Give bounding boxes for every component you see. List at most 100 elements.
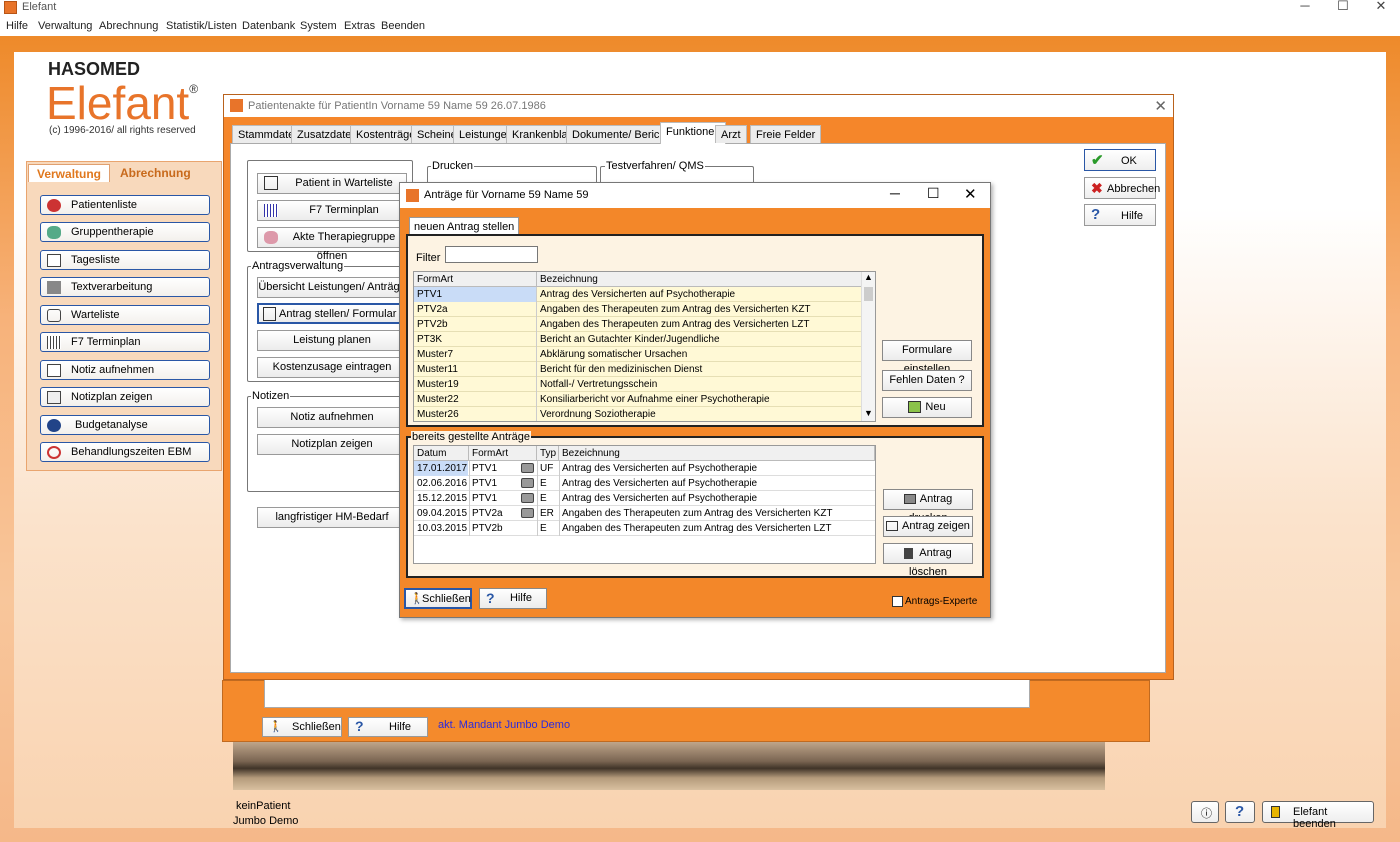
tab-verwaltung[interactable]: Verwaltung: [28, 164, 111, 182]
info-button[interactable]: ⓘ: [1191, 801, 1219, 823]
maximize-icon[interactable]: ☐: [927, 185, 940, 202]
leistung-planen-button[interactable]: Leistung planen: [257, 330, 407, 351]
minimize-icon[interactable]: ─: [1294, 0, 1316, 14]
nav-terminplan[interactable]: F7 Terminplan: [40, 332, 210, 352]
tab-arzt[interactable]: Arzt: [715, 125, 747, 143]
list-item[interactable]: Muster22 Konsiliarbericht vor Aufnahme ei…: [414, 392, 861, 407]
tab-abrechnung[interactable]: Abrechnung: [112, 164, 199, 182]
datum-cell: 02.06.2016: [417, 478, 468, 489]
neu-button[interactable]: Neu: [882, 397, 972, 418]
column-divider: [559, 461, 560, 476]
menu-beenden[interactable]: Beenden: [381, 20, 425, 32]
antraege-table[interactable]: Datum FormArt Typ Bezeichnung 17.01.2017…: [413, 445, 876, 564]
note-icon: [47, 364, 61, 377]
hm-bedarf-button[interactable]: langfristiger HM-Bedarf: [257, 507, 407, 528]
column-formart[interactable]: FormArt: [414, 272, 537, 287]
menu-datenbank[interactable]: Datenbank: [242, 20, 295, 32]
formular-list[interactable]: FormArt Bezeichnung PTV1 Antrag des Versi…: [413, 271, 876, 422]
abbrechen-button[interactable]: ✖ Abbrechen: [1084, 177, 1160, 199]
nav-label: Gruppentherapie: [71, 226, 154, 238]
menu-verwaltung[interactable]: Verwaltung: [38, 20, 92, 32]
scroll-thumb[interactable]: [864, 287, 873, 301]
notizplan-zeigen-button[interactable]: Notizplan zeigen: [257, 434, 407, 455]
nav-notizplan[interactable]: Notizplan zeigen: [40, 387, 210, 407]
mandant-label: akt. Mandant Jumbo Demo: [438, 719, 571, 731]
table-row[interactable]: 02.06.2016 PTV1 E Antrag des Versicherten a…: [414, 476, 875, 491]
nav-budgetanalyse[interactable]: Budgetanalyse: [40, 415, 210, 435]
elefant-beenden-button[interactable]: Elefant beenden: [1262, 801, 1374, 830]
title-bar: Elefant ─ ☐ ✕: [0, 0, 1400, 16]
menu-statistik[interactable]: Statistik/Listen: [166, 20, 237, 32]
nav-textverarbeitung[interactable]: Textverarbeitung: [40, 277, 210, 297]
table-row[interactable]: 10.03.2015 PTV2b E Angaben des Therapeuten …: [414, 521, 875, 536]
column-bezeichnung[interactable]: Bezeichnung: [559, 446, 875, 461]
column-datum[interactable]: Datum: [414, 446, 469, 461]
uebersicht-button[interactable]: Übersicht Leistungen/ Anträge: [257, 277, 407, 298]
formulare-einstellen-button[interactable]: Formulare einstellen: [882, 340, 972, 375]
antrag-loeschen-button[interactable]: Antrag löschen: [883, 543, 973, 578]
dialog-hilfe-button[interactable]: ? Hilfe: [479, 588, 547, 609]
nav-patientenliste[interactable]: Patientenliste: [40, 195, 210, 215]
column-bezeichnung[interactable]: Bezeichnung: [537, 272, 862, 287]
menu-hilfe[interactable]: Hilfe: [6, 20, 28, 32]
bg-schliessen-button[interactable]: 🚶 Schließen: [262, 717, 342, 737]
typ-cell: E: [540, 523, 547, 534]
close-icon[interactable]: ✕: [1154, 97, 1167, 115]
menu-system[interactable]: System: [300, 20, 337, 32]
close-icon[interactable]: ✕: [1370, 0, 1392, 14]
filter-input[interactable]: [445, 246, 538, 263]
scroll-down-icon[interactable]: ▼: [864, 408, 873, 418]
antrags-experte-checkbox[interactable]: [892, 596, 903, 607]
antrag-stellen-button[interactable]: Antrag stellen/ Formular nutzen: [257, 303, 407, 324]
menu-extras[interactable]: Extras: [344, 20, 375, 32]
nav-tagesliste[interactable]: Tagesliste: [40, 250, 210, 270]
bezeichnung-cell: Angaben des Therapeuten zum Antrag des V…: [562, 523, 832, 534]
column-formart[interactable]: FormArt: [469, 446, 537, 461]
list-item[interactable]: Muster7 Abklärung somatischer Ursachen: [414, 347, 861, 362]
bg-hilfe-button[interactable]: ? Hilfe: [348, 717, 428, 737]
list-item[interactable]: Muster11 Bericht für den medizinischen Di…: [414, 362, 861, 377]
fehlen-daten-button[interactable]: Fehlen Daten ?: [882, 370, 972, 391]
printer-icon: [521, 508, 534, 518]
datum-cell: 15.12.2015: [417, 493, 468, 504]
list-item[interactable]: Muster26 Verordnung Soziotherapie: [414, 407, 861, 421]
notiz-aufnehmen-button[interactable]: Notiz aufnehmen: [257, 407, 407, 428]
list-item[interactable]: PTV2b Angaben des Therapeuten zum Antrag …: [414, 317, 861, 332]
antrag-zeigen-button[interactable]: Antrag zeigen: [883, 516, 973, 537]
nav-warteliste[interactable]: Warteliste: [40, 305, 210, 325]
list-item[interactable]: Muster19 Notfall-/ Vertretungsschein: [414, 377, 861, 392]
formular-scrollbar[interactable]: ▲ ▼: [861, 272, 875, 421]
therapiegruppe-button[interactable]: Akte Therapiegruppe öffnen: [257, 227, 407, 262]
group-drucken-label: Drucken: [431, 160, 474, 172]
bg-schliessen-label: Schließen: [292, 721, 341, 733]
tab-freie-felder[interactable]: Freie Felder: [750, 125, 822, 143]
nav-behandlungszeiten[interactable]: Behandlungszeiten EBM: [40, 442, 210, 462]
column-divider: [537, 491, 538, 506]
scroll-up-icon[interactable]: ▲: [864, 272, 873, 282]
warteliste-button[interactable]: Patient in Warteliste: [257, 173, 407, 194]
column-divider: [536, 347, 537, 362]
list-item[interactable]: PT3K Bericht an Gutachter Kinder/Jugendli…: [414, 332, 861, 347]
hilfe-button[interactable]: ? Hilfe: [1084, 204, 1156, 226]
nav-notiz-aufnehmen[interactable]: Notiz aufnehmen: [40, 360, 210, 380]
kostenzusage-button[interactable]: Kostenzusage eintragen: [257, 357, 407, 378]
list-item[interactable]: PTV1 Antrag des Versicherten auf Psychoth…: [414, 287, 861, 302]
help-button[interactable]: ?: [1225, 801, 1255, 823]
tab-neuen-antrag[interactable]: neuen Antrag stellen: [409, 217, 520, 235]
table-row[interactable]: 09.04.2015 PTV2a ER Angaben des Therapeuten…: [414, 506, 875, 521]
ok-button[interactable]: ✔ OK: [1084, 149, 1156, 171]
column-typ[interactable]: Typ: [537, 446, 559, 461]
terminplan-button[interactable]: F7 Terminplan: [257, 200, 407, 221]
table-row[interactable]: 17.01.2017 PTV1 UF Antrag des Versicherten …: [414, 461, 875, 476]
minimize-icon[interactable]: ─: [890, 185, 900, 201]
nav-gruppentherapie[interactable]: Gruppentherapie: [40, 222, 210, 242]
dialog-schliessen-button[interactable]: 🚶 Schließen: [404, 588, 472, 609]
list-item[interactable]: PTV2a Angaben des Therapeuten zum Antrag …: [414, 302, 861, 317]
maximize-icon[interactable]: ☐: [1332, 0, 1354, 14]
kostenzusage-label: Kostenzusage eintragen: [272, 361, 392, 373]
background-window-content: [264, 680, 1030, 708]
antrag-drucken-button[interactable]: Antrag drucken: [883, 489, 973, 524]
table-row[interactable]: 15.12.2015 PTV1 E Antrag des Versicherten a…: [414, 491, 875, 506]
menu-abrechnung[interactable]: Abrechnung: [99, 20, 158, 32]
close-icon[interactable]: ✕: [964, 185, 977, 203]
